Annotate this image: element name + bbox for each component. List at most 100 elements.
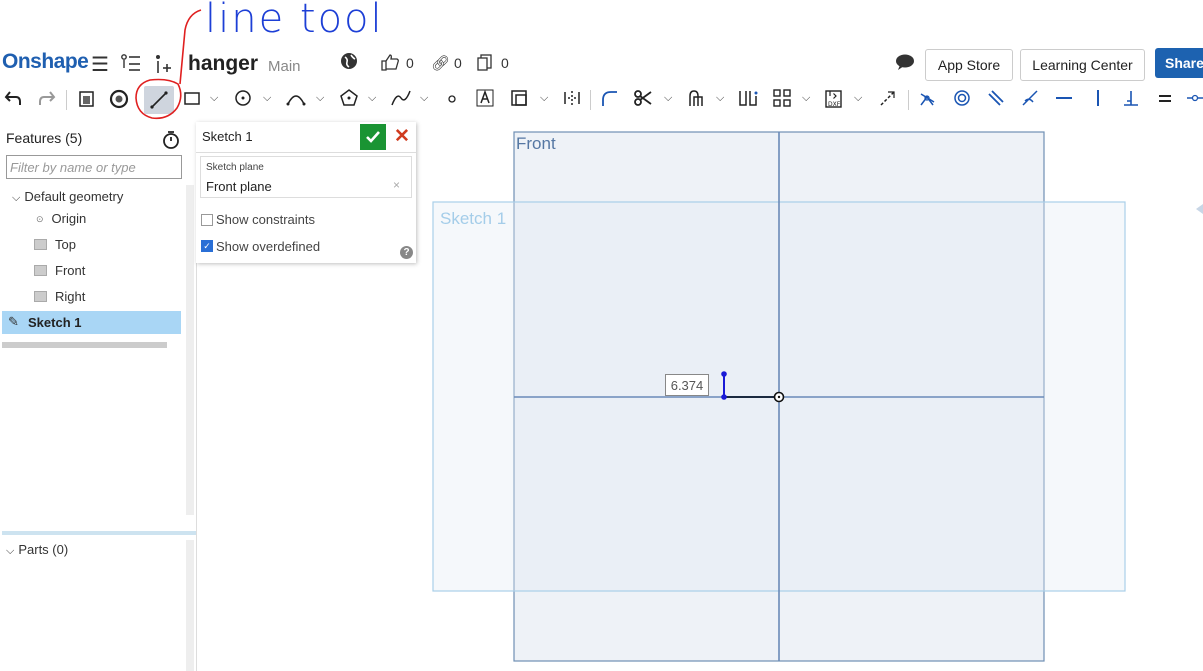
arc-icon[interactable]	[284, 88, 308, 112]
share-button[interactable]: Share	[1155, 48, 1203, 78]
circle-icon[interactable]	[231, 88, 255, 112]
plane-icon	[34, 265, 47, 276]
sketch-plane-value: Front plane	[206, 179, 272, 194]
front-plane-label: Front	[516, 134, 556, 153]
tree-item-origin[interactable]: ⊙ Origin	[36, 211, 86, 226]
parallel-icon[interactable]	[984, 88, 1008, 112]
likes-count: 0	[406, 55, 414, 71]
horizontal-icon[interactable]	[1052, 88, 1076, 112]
sketch-toolbar: ⌵ ⌵ ⌵ ⌵ ⌵ ⌵ ⌵ ⌵ ⌵ DXF ⌵	[0, 86, 1203, 116]
panel-divider[interactable]	[2, 531, 196, 535]
parts-group[interactable]: ⌵ Parts (0)	[6, 542, 68, 558]
origin-icon: ⊙	[36, 214, 44, 224]
dialog-divider	[196, 152, 416, 153]
tree-item-top[interactable]: Top	[34, 237, 76, 252]
offset-icon[interactable]	[507, 88, 531, 112]
tree-item-sketch-1[interactable]: ✎ Sketch 1	[2, 311, 181, 334]
learning-center-button[interactable]: Learning Center	[1020, 49, 1145, 81]
chevron-down-icon[interactable]: ⌵	[12, 192, 20, 204]
chevron-down-icon[interactable]: ⌵	[316, 92, 324, 105]
show-overdefined-label[interactable]: Show overdefined	[216, 239, 320, 254]
feature-list-icon[interactable]	[120, 52, 142, 79]
toolbar-divider	[908, 90, 909, 110]
extend-icon[interactable]	[684, 88, 708, 112]
default-geometry-label: Default geometry	[24, 189, 124, 204]
accept-button[interactable]	[360, 124, 386, 150]
line-tool-button[interactable]	[144, 86, 174, 114]
chevron-down-icon[interactable]: ⌵	[263, 92, 271, 105]
circle-arrow-icon[interactable]	[107, 88, 131, 112]
midpoint-icon[interactable]	[1185, 88, 1203, 112]
split-icon[interactable]	[736, 88, 760, 112]
line-endpoint[interactable]	[721, 371, 727, 377]
vertical-scrollbar[interactable]	[186, 185, 194, 515]
sketch-plane-field[interactable]: Sketch plane Front plane ×	[200, 156, 412, 198]
svg-text:DXF: DXF	[828, 101, 841, 108]
tree-item-right[interactable]: Right	[34, 289, 85, 304]
spline-icon[interactable]	[389, 88, 413, 112]
trim-icon[interactable]	[631, 88, 655, 112]
chevron-down-icon[interactable]: ⌵	[716, 92, 724, 105]
chevron-down-icon[interactable]: ⌵	[420, 92, 428, 105]
rectangle-icon[interactable]	[180, 88, 204, 112]
cancel-button[interactable]: ✕	[392, 125, 412, 149]
like-icon[interactable]	[380, 53, 400, 76]
onshape-logo[interactable]: Onshape	[2, 50, 89, 74]
parts-label: Parts (0)	[18, 542, 69, 557]
origin-label: Origin	[51, 211, 87, 226]
show-overdefined-checkbox[interactable]: ✓	[201, 240, 213, 252]
collapse-arrow-icon[interactable]	[1196, 204, 1203, 214]
chevron-down-icon[interactable]: ⌵	[540, 92, 548, 105]
help-icon[interactable]: ?	[400, 246, 413, 259]
perpendicular-icon[interactable]	[1119, 88, 1143, 112]
dimension-input[interactable]: 6.374	[665, 374, 709, 396]
clear-icon[interactable]: ×	[393, 178, 400, 192]
document-title[interactable]: hanger	[188, 52, 258, 76]
feature-filter-input[interactable]: Filter by name or type	[6, 155, 182, 179]
globe-icon[interactable]	[340, 52, 358, 75]
toolbar-divider	[590, 90, 591, 110]
rollback-timer-icon[interactable]	[162, 130, 180, 155]
link-icon[interactable]: 🔗︎	[431, 54, 450, 72]
plane-icon	[34, 291, 47, 302]
show-constraints-label[interactable]: Show constraints	[216, 212, 315, 227]
comment-icon[interactable]	[894, 53, 916, 76]
checkmark-icon	[366, 131, 380, 143]
hamburger-menu-icon[interactable]: ☰	[91, 52, 109, 77]
coincident-icon[interactable]	[915, 88, 939, 112]
redo-icon[interactable]	[34, 88, 58, 112]
equal-icon[interactable]	[1153, 88, 1177, 112]
chevron-down-icon[interactable]: ⌵	[802, 92, 810, 105]
construction-icon[interactable]	[876, 88, 900, 112]
dxf-import-icon[interactable]: DXF	[822, 88, 846, 112]
copy-sketch-icon[interactable]	[74, 88, 98, 112]
chevron-down-icon[interactable]: ⌵	[368, 92, 376, 105]
pattern-icon[interactable]	[770, 88, 794, 112]
chevron-down-icon[interactable]: ⌵	[210, 92, 218, 105]
horizontal-scrollbar[interactable]	[2, 342, 167, 348]
chevron-down-icon[interactable]: ⌵	[854, 92, 862, 105]
vertical-icon[interactable]	[1086, 88, 1110, 112]
dialog-title: Sketch 1	[202, 129, 253, 144]
tangent-icon[interactable]	[1018, 88, 1042, 112]
app-store-button[interactable]: App Store	[925, 49, 1013, 81]
text-icon[interactable]	[473, 88, 497, 112]
mirror-icon[interactable]	[560, 88, 584, 112]
polygon-icon[interactable]	[337, 88, 361, 112]
point-icon[interactable]	[440, 88, 464, 112]
fillet-icon[interactable]	[597, 88, 621, 112]
branch-name[interactable]: Main	[268, 58, 301, 75]
undo-icon[interactable]	[2, 88, 26, 112]
chevron-down-icon[interactable]: ⌵	[6, 545, 14, 557]
chevron-down-icon[interactable]: ⌵	[664, 92, 672, 105]
vertical-scrollbar[interactable]	[186, 540, 194, 671]
features-title: Features (5)	[6, 130, 83, 146]
default-geometry-group[interactable]: ⌵ Default geometry	[12, 189, 123, 205]
feature-panel: Features (5) Filter by name or type ⌵ Def…	[0, 122, 196, 671]
insert-feature-icon[interactable]	[153, 53, 173, 80]
concentric-icon[interactable]	[950, 88, 974, 112]
tree-item-front[interactable]: Front	[34, 263, 85, 278]
show-constraints-checkbox[interactable]	[201, 214, 213, 226]
line-endpoint[interactable]	[721, 394, 727, 400]
copy-icon[interactable]	[476, 53, 494, 76]
